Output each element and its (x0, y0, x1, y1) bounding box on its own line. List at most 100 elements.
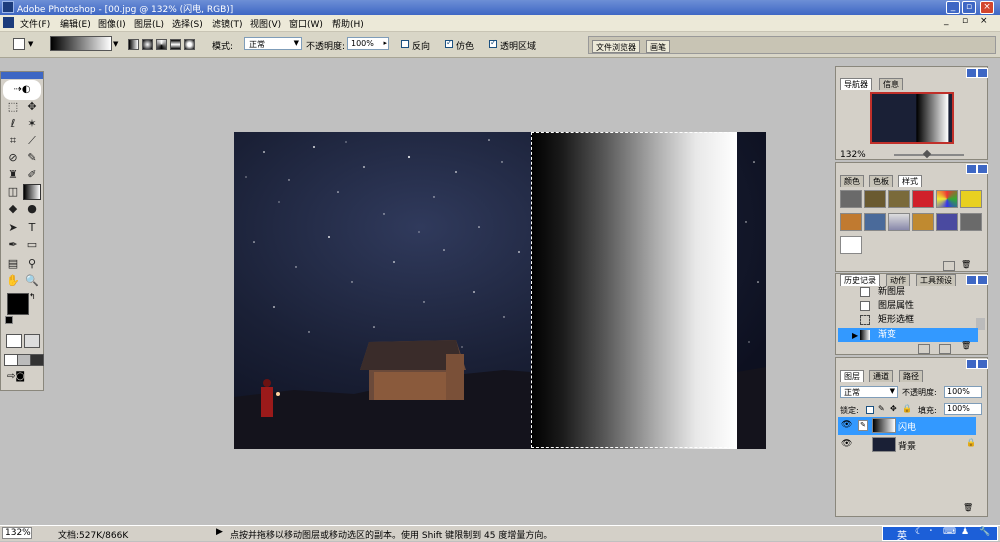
type-icon[interactable]: T (23, 220, 41, 236)
navigator-zoom[interactable]: 132% (840, 150, 866, 160)
lock-all-icon[interactable]: 🔒 (902, 404, 912, 413)
notes-icon[interactable]: ▤ (4, 256, 22, 272)
brush-icon[interactable]: ✎ (23, 150, 41, 166)
magic-wand-icon[interactable]: ✶ (23, 116, 41, 132)
tab-channels[interactable]: 通道 (869, 370, 893, 382)
keyboard-icon[interactable]: ⌨ (943, 527, 956, 537)
eye-icon[interactable]: 👁 (841, 420, 852, 430)
lock-move-icon[interactable]: ✥ (890, 404, 897, 413)
menu-view[interactable]: 视图(V) (250, 17, 281, 30)
maximize-button[interactable]: ▫ (962, 1, 976, 14)
mode-select[interactable]: 正常 ▼ (244, 37, 302, 50)
history-brush-icon[interactable]: ✐ (23, 167, 41, 183)
panel-minimize-button[interactable] (966, 68, 977, 78)
status-zoom-input[interactable]: 132% (2, 527, 32, 539)
tab-swatches[interactable]: 色板 (869, 175, 893, 187)
tab-file-browser[interactable]: 文件浏览器 (592, 40, 640, 53)
lasso-icon[interactable]: ℓ (4, 116, 22, 132)
doc-restore-button[interactable]: ▫ (962, 16, 968, 26)
language-bar[interactable]: 英 ☾ ⠂ ⌨ ♟ 🔧 (882, 526, 998, 542)
angle-gradient-icon[interactable] (156, 39, 167, 50)
layer-name[interactable]: 背景 (898, 439, 916, 452)
new-snapshot-icon[interactable] (939, 344, 951, 354)
opacity-input[interactable]: 100% ▸ (347, 37, 389, 50)
standard-mode-icon[interactable] (6, 334, 22, 348)
pen-icon[interactable]: ✒ (4, 237, 22, 253)
marquee-icon[interactable]: ⬚ (4, 99, 22, 115)
close-button[interactable]: × (980, 1, 994, 14)
history-item-selected[interactable]: ▶ 渐变 (838, 328, 978, 342)
eraser-icon[interactable]: ◫ (4, 184, 22, 200)
menu-edit[interactable]: 编辑(E) (60, 17, 91, 30)
style-swatch[interactable] (960, 190, 982, 208)
screen-mode-standard-icon[interactable] (4, 354, 18, 366)
radial-gradient-icon[interactable] (142, 39, 153, 50)
menu-select[interactable]: 选择(S) (172, 17, 203, 30)
default-colors-icon[interactable] (5, 316, 13, 324)
eyedropper-icon[interactable]: ⚲ (23, 256, 41, 272)
healing-brush-icon[interactable]: ⊘ (4, 150, 22, 166)
tab-styles[interactable]: 样式 (898, 175, 922, 187)
tab-info[interactable]: 信息 (879, 78, 903, 90)
panel-close-button[interactable] (977, 68, 988, 78)
shape-icon[interactable]: ▭ (23, 237, 41, 253)
document-canvas[interactable] (234, 132, 766, 449)
wrench-icon[interactable]: 🔧 (979, 527, 990, 537)
slice-icon[interactable]: ⟋ (23, 133, 41, 149)
panel-close-button[interactable] (977, 164, 988, 174)
zoom-slider-thumb[interactable] (922, 149, 932, 159)
reflected-gradient-icon[interactable] (170, 39, 181, 50)
person-icon[interactable]: ♟ (961, 527, 969, 537)
rectangular-selection-marquee[interactable] (531, 132, 737, 448)
lock-transparency-icon[interactable] (866, 406, 874, 414)
screen-mode-full-icon[interactable] (30, 354, 44, 366)
menu-file[interactable]: 文件(F) (20, 17, 50, 30)
move-icon[interactable]: ✥ (23, 99, 41, 115)
tab-brushes[interactable]: 画笔 (646, 40, 670, 53)
punctuation-icon[interactable]: ⠂ (929, 527, 936, 537)
paintbrush-icon[interactable]: ✎ (858, 420, 868, 431)
doc-size-info[interactable]: 文档:527K/866K (58, 528, 128, 541)
fill-input[interactable]: 100% (944, 403, 982, 415)
panel-minimize-button[interactable] (966, 275, 977, 285)
layer-name[interactable]: 闪电 (898, 420, 916, 433)
gradient-icon[interactable] (23, 184, 41, 200)
layer-row-selected[interactable]: 👁 ✎ 闪电 (838, 417, 976, 435)
tab-layers[interactable]: 图层 (840, 370, 864, 382)
style-swatch[interactable] (840, 213, 862, 231)
app-menu-icon[interactable] (3, 17, 14, 28)
linear-gradient-icon[interactable] (128, 39, 139, 50)
tab-color[interactable]: 颜色 (840, 175, 864, 187)
blur-icon[interactable]: ◆ (4, 201, 22, 217)
history-item[interactable]: 新图层 (838, 285, 978, 299)
tab-navigator[interactable]: 导航器 (840, 78, 872, 90)
style-swatch[interactable] (840, 190, 862, 208)
layer-row[interactable]: 👁 背景 🔒 (838, 436, 976, 454)
doc-minimize-button[interactable]: _ (944, 16, 949, 26)
zoom-icon[interactable]: 🔍 (23, 273, 41, 289)
layer-blend-mode-select[interactable]: 正常 ▼ (840, 386, 898, 398)
doc-close-button[interactable]: × (980, 16, 988, 26)
adobe-online-icon[interactable]: ⇢◐ (3, 80, 41, 100)
trash-icon[interactable]: 🗑 (961, 260, 971, 269)
new-style-icon[interactable] (943, 261, 955, 271)
history-item[interactable]: 图层属性 (838, 299, 978, 313)
menu-help[interactable]: 帮助(H) (332, 17, 364, 30)
new-document-icon[interactable] (918, 344, 930, 354)
dither-checkbox[interactable] (445, 38, 453, 48)
menu-layer[interactable]: 图层(L) (134, 17, 164, 30)
style-swatch[interactable] (840, 236, 862, 254)
panel-minimize-button[interactable] (966, 164, 977, 174)
style-swatch[interactable] (912, 213, 934, 231)
menu-image[interactable]: 图像(I) (98, 17, 126, 30)
menu-filter[interactable]: 滤镜(T) (212, 17, 243, 30)
panel-close-button[interactable] (977, 275, 988, 285)
tool-preset-icon[interactable] (13, 38, 25, 50)
reverse-checkbox[interactable] (401, 40, 409, 48)
trash-icon[interactable]: 🗑 (961, 341, 971, 350)
layer-opacity-input[interactable]: 100% (944, 386, 982, 398)
style-swatch[interactable] (912, 190, 934, 208)
style-swatch[interactable] (888, 213, 910, 231)
lock-paint-icon[interactable]: ✎ (878, 404, 885, 413)
panel-close-button[interactable] (977, 359, 988, 369)
